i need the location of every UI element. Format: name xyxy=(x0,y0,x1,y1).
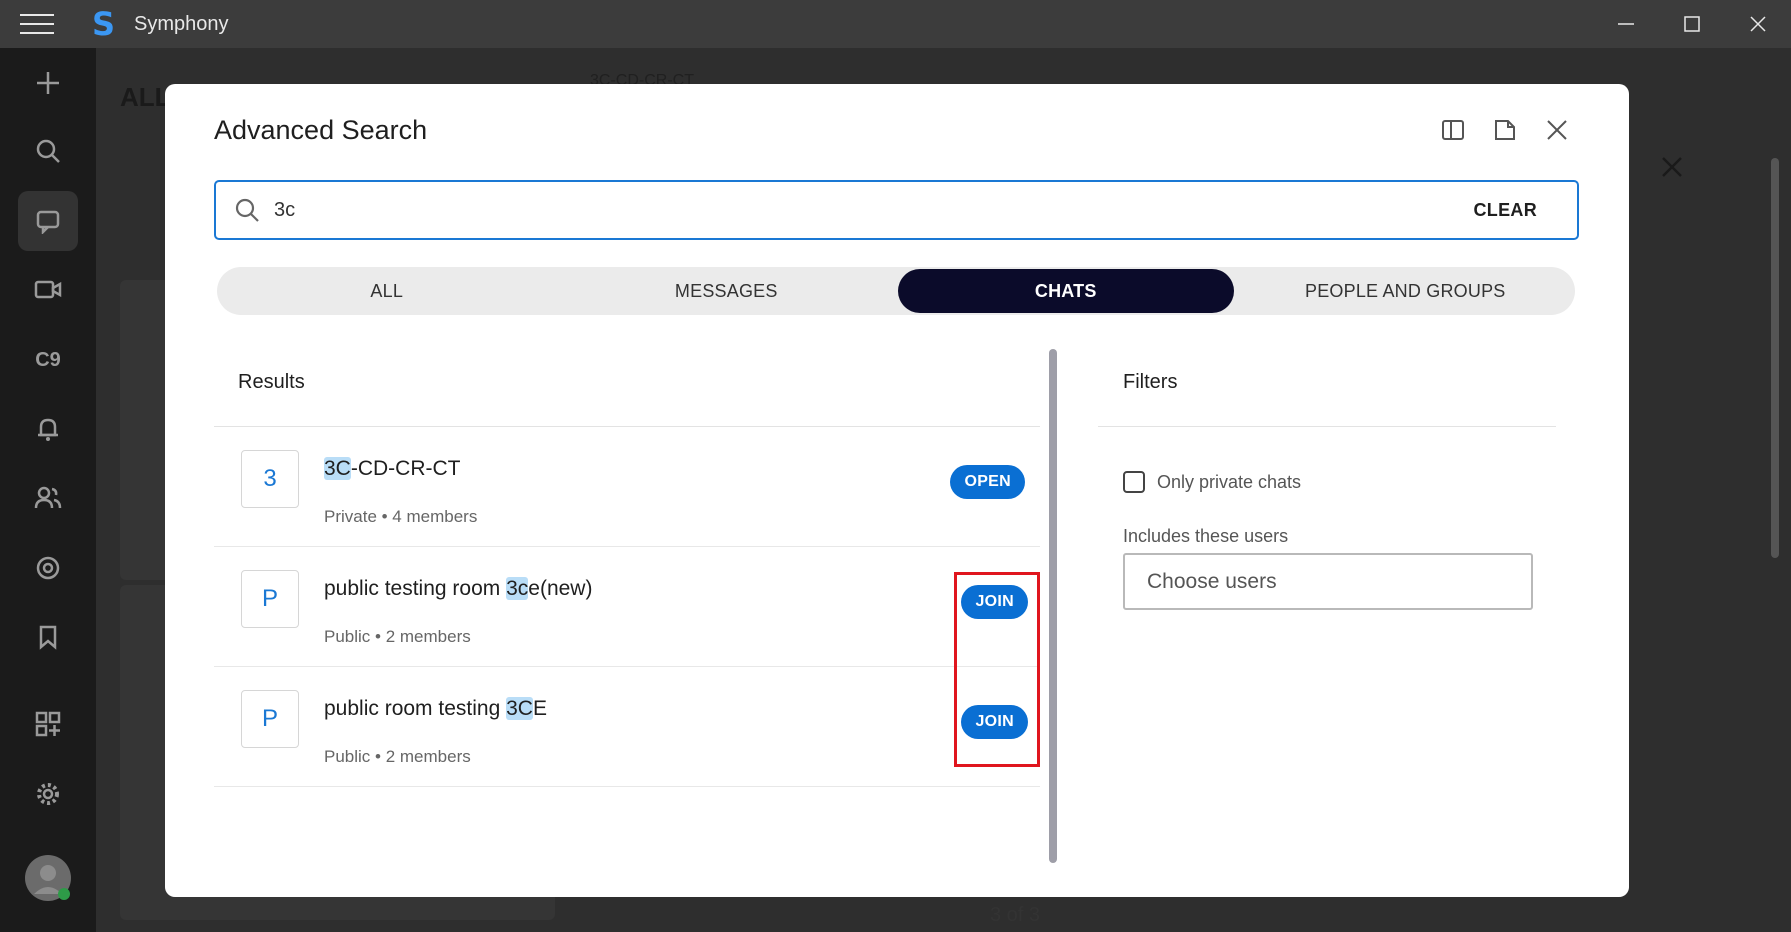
signal-icon xyxy=(36,556,60,580)
name-highlight: 3c xyxy=(506,577,529,600)
result-row[interactable]: P public room testing 3CE Public • 2 mem… xyxy=(214,667,1040,787)
divider xyxy=(1098,426,1556,427)
chat-avatar: P xyxy=(241,690,299,748)
video-icon xyxy=(34,280,62,299)
rail-signals-button[interactable] xyxy=(18,538,78,598)
gear-icon xyxy=(37,783,59,805)
window-controls xyxy=(1593,0,1791,48)
chat-meta: Private • 4 members xyxy=(324,507,478,526)
filters-panel: Filters Only private chats Includes thes… xyxy=(1098,349,1556,749)
pagination: 3 of 3 xyxy=(989,904,1040,926)
tab-chats[interactable]: CHATS xyxy=(898,269,1234,313)
close-icon xyxy=(1750,16,1766,32)
rail-chats-button[interactable] xyxy=(18,191,78,251)
name-rest: e(new) xyxy=(528,577,593,600)
minimize-button[interactable] xyxy=(1593,0,1659,48)
rail-add-button[interactable] xyxy=(18,53,78,113)
pop-out-button[interactable] xyxy=(1493,118,1517,142)
apps-icon xyxy=(35,711,61,737)
title-bar: S Symphony xyxy=(0,0,1791,48)
annotation-highlight-box xyxy=(954,572,1040,767)
chat-name: public room testing 3CE xyxy=(324,697,547,721)
search-icon xyxy=(36,139,60,163)
rail-video-button[interactable] xyxy=(18,260,78,320)
name-highlight: 3C xyxy=(506,697,533,720)
background-scrollbar xyxy=(1771,158,1779,558)
minimize-icon xyxy=(1618,23,1634,25)
background-close-icon xyxy=(1660,155,1684,184)
private-chats-label: Only private chats xyxy=(1157,471,1302,492)
private-chats-checkbox-row[interactable]: Only private chats xyxy=(1123,471,1301,493)
background-list-title: ALL xyxy=(120,82,171,112)
advanced-search-modal: Advanced Search CLEAR ALL MESSAGES CHATS… xyxy=(165,84,1629,926)
modal-header-actions xyxy=(1441,118,1569,142)
rail-bookmarks-button[interactable] xyxy=(18,607,78,667)
results-panel: Results 3 3C-CD-CR-CT Private • 4 member… xyxy=(214,349,1040,926)
result-row[interactable]: 3 3C-CD-CR-CT Private • 4 members OPEN xyxy=(214,427,1040,547)
name-highlight: 3C xyxy=(324,457,351,480)
private-chats-checkbox[interactable] xyxy=(1123,471,1145,493)
plus-icon xyxy=(37,72,59,94)
result-row[interactable]: P public testing room 3ce(new) Public • … xyxy=(214,547,1040,667)
rail-notifications-button[interactable] xyxy=(18,399,78,459)
menu-icon[interactable] xyxy=(20,14,54,34)
chat-meta: Public • 2 members xyxy=(324,627,471,646)
close-window-button[interactable] xyxy=(1725,0,1791,48)
c9-label: C9 xyxy=(35,348,61,371)
name-prefix: public testing room xyxy=(324,577,507,600)
filters-header: Filters xyxy=(1123,371,1178,393)
people-icon xyxy=(34,486,62,509)
clear-button[interactable]: CLEAR xyxy=(1474,200,1538,221)
app-title: Symphony xyxy=(134,12,229,35)
pop-out-icon xyxy=(1495,120,1515,140)
split-view-icon xyxy=(1442,120,1464,140)
bell-icon xyxy=(38,418,58,441)
name-prefix: public room testing xyxy=(324,697,507,720)
results-scrollbar[interactable] xyxy=(1049,349,1057,863)
rail-settings-button[interactable] xyxy=(18,764,78,824)
chat-avatar: 3 xyxy=(241,450,299,508)
chat-meta: Public • 2 members xyxy=(324,747,471,766)
bookmark-icon xyxy=(39,625,57,650)
includes-users-label: Includes these users xyxy=(1123,526,1289,546)
close-modal-button[interactable] xyxy=(1545,118,1569,142)
rail-search-button[interactable] xyxy=(18,121,78,181)
maximize-icon xyxy=(1684,16,1700,32)
close-icon xyxy=(1547,120,1567,140)
maximize-button[interactable] xyxy=(1659,0,1725,48)
chat-icon xyxy=(36,210,60,234)
avatar xyxy=(25,855,71,901)
modal-title: Advanced Search xyxy=(214,115,428,145)
search-icon xyxy=(235,198,259,222)
chat-avatar: P xyxy=(241,570,299,628)
choose-users-input[interactable] xyxy=(1123,553,1533,610)
tab-people-and-groups[interactable]: PEOPLE AND GROUPS xyxy=(1238,269,1574,313)
symphony-logo: S xyxy=(92,5,116,43)
name-rest: -CD-CR-CT xyxy=(350,457,461,480)
rail-profile-avatar[interactable] xyxy=(18,848,78,908)
rail-apps-button[interactable] xyxy=(18,694,78,754)
left-rail: C9 xyxy=(0,48,96,932)
chat-name: 3C-CD-CR-CT xyxy=(324,457,461,481)
search-tabs: ALL MESSAGES CHATS PEOPLE AND GROUPS xyxy=(217,267,1575,315)
tab-all[interactable]: ALL xyxy=(219,269,555,313)
rail-contacts-button[interactable] xyxy=(18,468,78,528)
results-header: Results xyxy=(238,371,305,393)
open-button[interactable]: OPEN xyxy=(950,465,1025,499)
name-rest: E xyxy=(532,697,547,720)
search-input[interactable] xyxy=(274,198,1474,222)
chat-name: public testing room 3ce(new) xyxy=(324,577,592,601)
side-panel-button[interactable] xyxy=(1441,118,1465,142)
tab-messages[interactable]: MESSAGES xyxy=(559,269,895,313)
search-box: CLEAR xyxy=(214,180,1579,240)
rail-c9-button[interactable]: C9 xyxy=(18,330,78,390)
